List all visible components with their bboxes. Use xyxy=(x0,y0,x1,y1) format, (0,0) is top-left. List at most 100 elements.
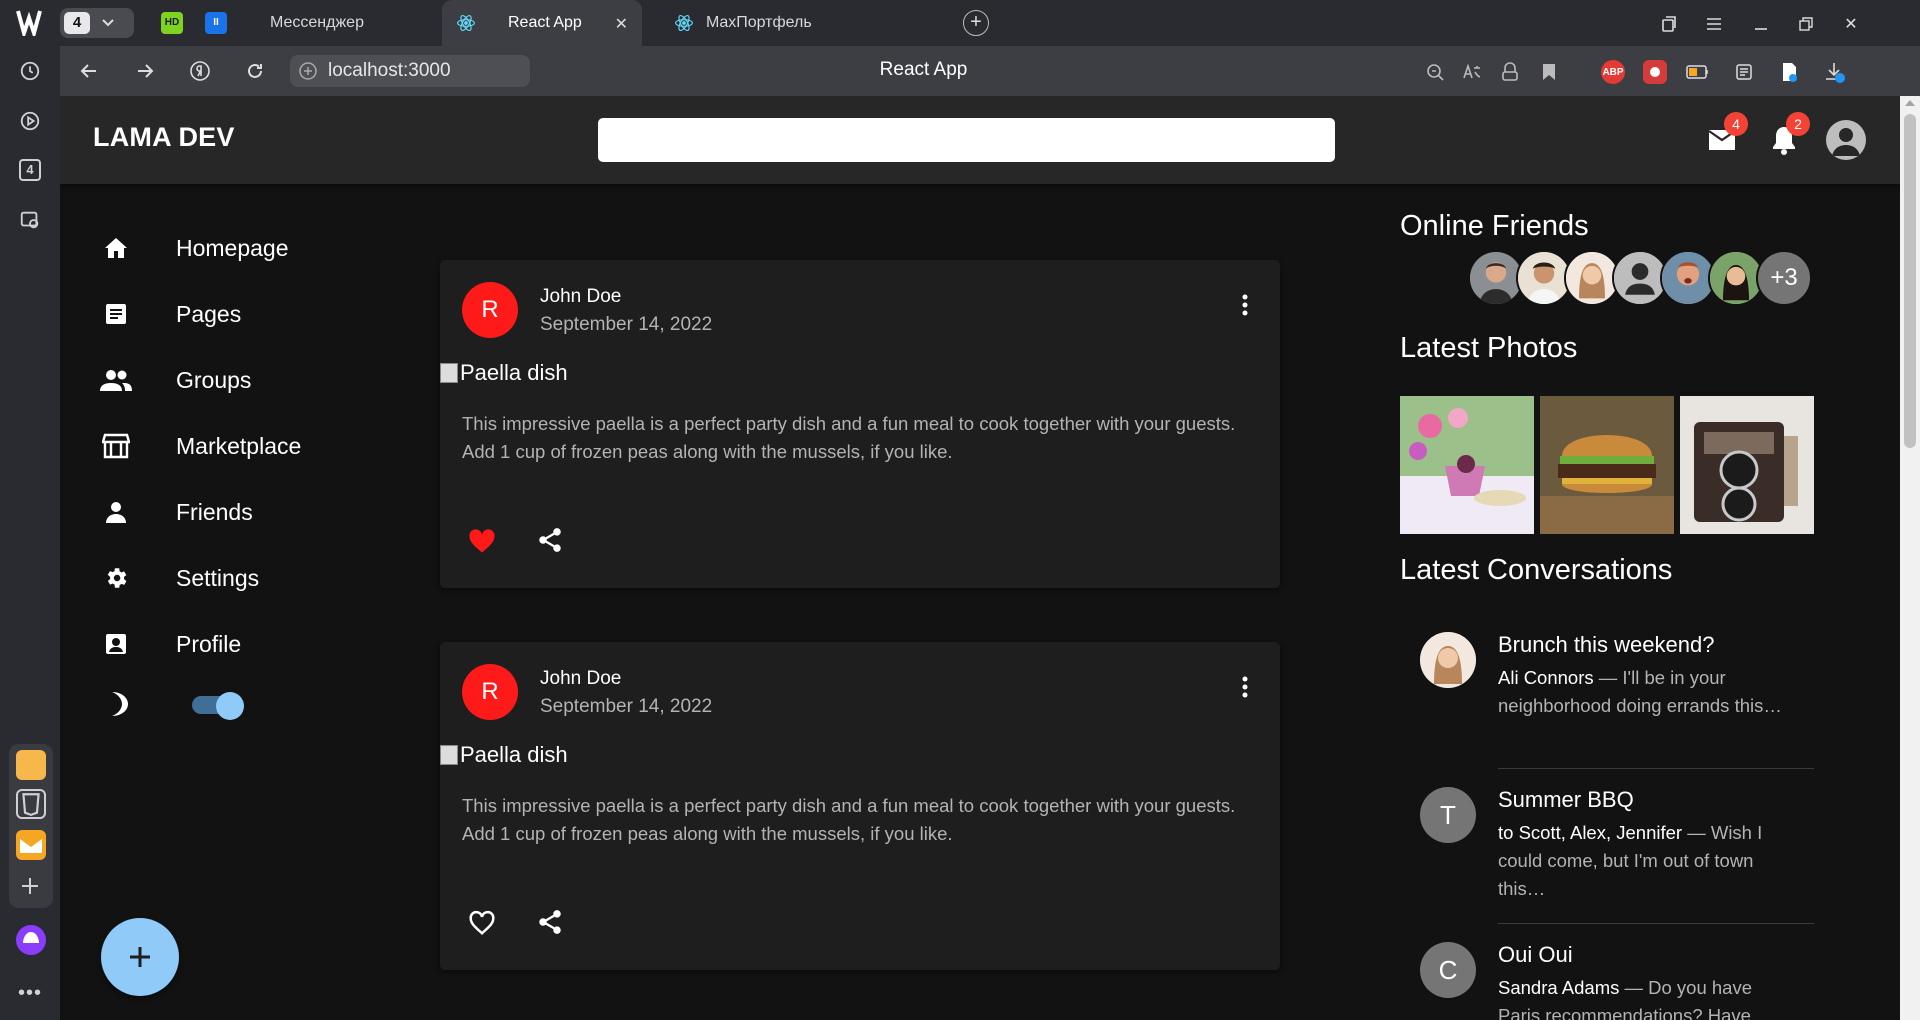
sidebar-item-label: Pages xyxy=(176,300,242,327)
tabs-counter-icon[interactable]: 4 xyxy=(15,155,45,185)
tab-react-app[interactable]: React App ✕ xyxy=(442,0,642,46)
post-author: John Doe xyxy=(540,668,622,689)
like-button[interactable] xyxy=(458,898,506,946)
search-input[interactable] xyxy=(598,118,1335,162)
tab-max-portfolio[interactable]: MaxПортфель xyxy=(660,0,900,46)
post-image-alt: Paella dish xyxy=(460,360,568,385)
bookmark-icon[interactable] xyxy=(1537,60,1561,84)
photo-camera[interactable] xyxy=(1680,396,1814,534)
photo-flowers[interactable] xyxy=(1400,396,1534,534)
conversation-title: Summer BBQ xyxy=(1498,787,1634,812)
page-scrollbar[interactable] xyxy=(1900,96,1920,1020)
collections-icon[interactable] xyxy=(1657,12,1681,36)
post-date: September 14, 2022 xyxy=(540,314,713,335)
chevron-down-icon xyxy=(102,19,114,27)
new-tab-button[interactable]: + xyxy=(963,10,989,36)
switch-knob xyxy=(216,692,244,720)
mail-app-icon[interactable] xyxy=(16,830,46,860)
scrollbar-thumb[interactable] xyxy=(1904,114,1916,448)
minimize-icon[interactable] xyxy=(1749,12,1773,36)
conversation-sender: Ali Connors xyxy=(1498,667,1594,688)
broken-image-icon xyxy=(440,745,458,765)
conversation-preview: Sandra Adams — Do you have Paris recomme… xyxy=(1498,974,1798,1020)
sidebar-item-groups[interactable]: Groups xyxy=(100,358,251,402)
permissions-icon[interactable] xyxy=(1498,60,1522,84)
post-avatar[interactable]: R xyxy=(462,664,518,720)
notifications-button[interactable]: 2 xyxy=(1764,112,1810,160)
tab-counter-button[interactable]: 4 xyxy=(60,8,134,38)
sidebar-item-settings[interactable]: Settings xyxy=(100,556,259,600)
gear-icon xyxy=(100,562,132,594)
heart-outline-icon xyxy=(469,910,495,935)
notes-app-icon[interactable] xyxy=(16,750,46,780)
sidebar-item-profile[interactable]: Profile xyxy=(100,622,241,666)
post-card: R John Doe September 14, 2022 Paella dis… xyxy=(440,260,1280,588)
photo-burger[interactable] xyxy=(1540,396,1674,534)
mail-badge: 4 xyxy=(1724,112,1748,136)
more-vert-icon[interactable] xyxy=(1220,290,1270,320)
conversation-preview: to Scott, Alex, Jennifer — Wish I could … xyxy=(1498,819,1798,903)
post-card: R John Doe September 14, 2022 Paella dis… xyxy=(440,642,1280,970)
add-post-button[interactable] xyxy=(101,918,179,996)
sidebar-item-label: Groups xyxy=(176,366,252,393)
pinned-tab-hd[interactable]: HD xyxy=(161,12,183,34)
post-date: September 14, 2022 xyxy=(540,696,713,717)
app-header: LAMA DEV 4 2 xyxy=(60,96,1900,184)
menu-icon[interactable] xyxy=(1702,12,1726,36)
alice-assistant-icon[interactable] xyxy=(16,925,46,955)
screenshot-icon[interactable] xyxy=(15,205,45,235)
dark-mode-row xyxy=(100,682,300,726)
adblock-extension[interactable]: ABP xyxy=(1601,60,1625,84)
person-icon xyxy=(100,496,132,528)
download-icon[interactable] xyxy=(1822,60,1846,84)
online-friends-heading: Online Friends xyxy=(1400,210,1589,242)
share-button[interactable] xyxy=(526,898,574,946)
video-icon[interactable] xyxy=(15,106,45,136)
downloads-file-icon[interactable] xyxy=(1777,60,1801,84)
browser-logo-icon[interactable] xyxy=(14,8,46,36)
battery-icon[interactable] xyxy=(1686,60,1710,84)
history-icon[interactable] xyxy=(15,56,45,86)
more-friends-count[interactable]: +3 xyxy=(1756,250,1812,306)
notifications-badge: 2 xyxy=(1786,112,1810,136)
sidebar-item-label: Marketplace xyxy=(176,432,302,459)
share-button[interactable] xyxy=(526,516,574,564)
conversation-divider xyxy=(1498,768,1814,769)
close-window-icon[interactable]: ✕ xyxy=(1839,12,1863,36)
post-avatar[interactable]: R xyxy=(462,282,518,338)
sidebar-item-label: Profile xyxy=(176,630,242,657)
zoom-icon[interactable] xyxy=(1423,60,1447,84)
browser-side-rail: 4 ••• xyxy=(0,0,60,1020)
sidebar-item-marketplace[interactable]: Marketplace xyxy=(100,424,301,468)
like-button[interactable] xyxy=(458,516,506,564)
more-dots-icon[interactable]: ••• xyxy=(18,982,42,1005)
tabs-counter-label: 4 xyxy=(19,159,41,181)
translate-icon[interactable] xyxy=(1460,60,1484,84)
add-app-icon[interactable] xyxy=(15,871,45,901)
share-icon xyxy=(539,910,561,934)
user-avatar-button[interactable] xyxy=(1826,120,1866,160)
html5-app-icon[interactable] xyxy=(16,789,46,819)
more-vert-icon[interactable] xyxy=(1220,672,1270,702)
sidebar-item-pages[interactable]: Pages xyxy=(100,292,241,336)
conversation-preview: Ali Connors — I'll be in your neighborho… xyxy=(1498,664,1798,720)
close-tab-icon[interactable]: ✕ xyxy=(615,14,628,34)
sidebar-item-label: Settings xyxy=(176,564,260,591)
restore-icon[interactable] xyxy=(1794,12,1818,36)
dark-mode-switch[interactable] xyxy=(192,692,244,720)
scroll-up-arrow-icon[interactable] xyxy=(1905,100,1915,106)
reader-icon[interactable] xyxy=(1732,60,1756,84)
conversation-title: Brunch this weekend? xyxy=(1498,632,1715,657)
conversation-avatar: T xyxy=(1420,787,1476,843)
post-text: This impressive paella is a perfect part… xyxy=(462,413,1236,462)
conversation-sender: to Scott, Alex, Jennifer xyxy=(1498,822,1683,843)
sidebar-item-friends[interactable]: Friends xyxy=(100,490,253,534)
account-box-icon xyxy=(100,628,132,660)
sidebar-item-homepage[interactable]: Homepage xyxy=(100,226,289,270)
tab-label: MaxПортфель xyxy=(706,14,812,31)
brand-logo[interactable]: LAMA DEV xyxy=(93,122,235,153)
pinned-tab-pause[interactable]: II xyxy=(205,12,227,34)
latest-conversations-heading: Latest Conversations xyxy=(1400,554,1673,586)
extension-icon[interactable] xyxy=(1643,60,1667,84)
mail-button[interactable]: 4 xyxy=(1702,112,1748,160)
